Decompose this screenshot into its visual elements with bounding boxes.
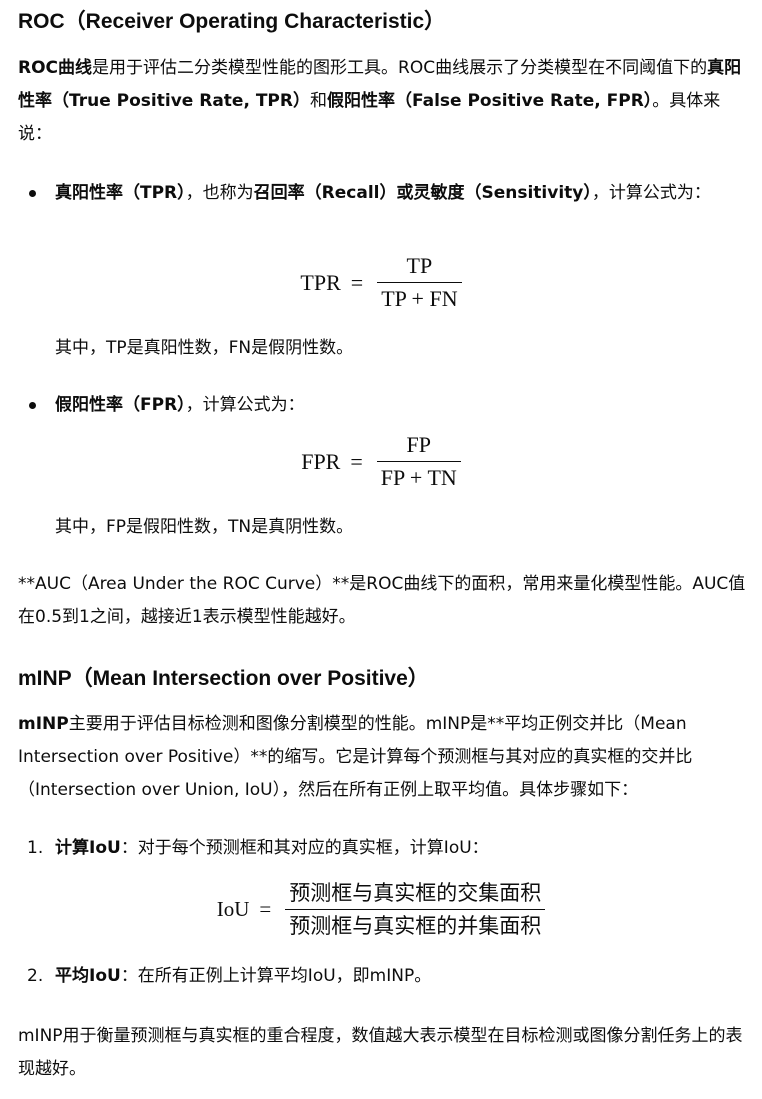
- fpr-denominator: FP + TN: [380, 465, 457, 491]
- bullet-dot-icon: [29, 402, 36, 409]
- fpr-note: 其中，FP是假阳性数，TN是真阴性数。: [55, 517, 354, 537]
- step-2-desc: ：在所有正例上计算平均IoU，即mINP。: [120, 966, 432, 986]
- roc-intro-text-1: 是用于评估二分类模型性能的图形工具。ROC曲线展示了分类模型在不同阈值下的: [92, 58, 708, 78]
- step-2-bold: 平均IoU: [55, 966, 121, 986]
- step-1-desc: ：对于每个预测框和其对应的真实框，计算IoU：: [120, 838, 489, 858]
- step-2-list-item: 2. 平均IoU：在所有正例上计算平均IoU，即mINP。: [18, 960, 754, 993]
- tpr-denominator: TP + FN: [381, 286, 458, 312]
- iou-formula: IoU = 预测框与真实框的交集面积 预测框与真实框的并集面积: [0, 879, 762, 940]
- tpr-item-text: 真阳性率（TPR），也称为召回率（Recall）或灵敏度（Sensitivity…: [55, 177, 754, 210]
- minp-intro-paragraph: mINP主要用于评估目标检测和图像分割模型的性能。mINP是**平均正例交并比（…: [18, 708, 754, 807]
- step-1-bold: 计算IoU: [55, 838, 121, 858]
- roc-intro-bold-1: ROC曲线: [18, 58, 93, 78]
- minp-intro-bold: mINP: [18, 714, 69, 734]
- tpr-text-2: ，计算公式为：: [591, 183, 711, 203]
- tpr-formula-equals: =: [350, 269, 364, 295]
- document: ROC（Receiver Operating Characteristic） R…: [0, 0, 762, 1079]
- roc-intro-paragraph: ROC曲线是用于评估二分类模型性能的图形工具。ROC曲线展示了分类模型在不同阈值…: [18, 52, 754, 151]
- fpr-formula-lhs: FPR: [301, 448, 341, 474]
- minp-intro-text: 主要用于评估目标检测和图像分割模型的性能。mINP是**平均正例交并比（Mean…: [18, 714, 693, 800]
- fpr-bold-1: 假阳性率（FPR）: [55, 395, 186, 415]
- roc-intro-text-2: 和: [309, 91, 327, 111]
- step-2-number: 2.: [27, 966, 44, 986]
- tpr-formula-lhs: TPR: [300, 269, 341, 295]
- minp-outro-paragraph: mINP用于衡量预测框与真实框的重合程度，数值越大表示模型在目标检测或图像分割任…: [18, 1026, 743, 1079]
- auc-paragraph: **AUC（Area Under the ROC Curve）**是ROC曲线下…: [18, 574, 746, 627]
- tpr-formula: TPR = TP TP + FN: [0, 252, 762, 313]
- iou-denominator: 预测框与真实框的并集面积: [289, 914, 542, 939]
- step-1-number: 1.: [27, 838, 44, 858]
- fpr-formula-equals: =: [350, 448, 363, 474]
- bullet-dot-icon: [29, 190, 36, 197]
- tpr-list-item: 真阳性率（TPR），也称为召回率（Recall）或灵敏度（Sensitivity…: [18, 177, 754, 210]
- fpr-list-item: 假阳性率（FPR），计算公式为：: [18, 389, 754, 422]
- roc-heading: ROC（Receiver Operating Characteristic）: [18, 10, 446, 33]
- fpr-formula: FPR = FP FP + TN: [0, 431, 762, 492]
- fpr-item-text: 假阳性率（FPR），计算公式为：: [55, 389, 754, 422]
- iou-numerator: 预测框与真实框的交集面积: [289, 881, 542, 905]
- iou-formula-equals: =: [259, 897, 272, 922]
- fpr-fraction: FP FP + TN: [376, 431, 461, 492]
- step-2-text: 平均IoU：在所有正例上计算平均IoU，即mINP。: [55, 960, 754, 993]
- fraction-bar: [377, 282, 462, 284]
- step-1-text: 计算IoU：对于每个预测框和其对应的真实框，计算IoU：: [55, 832, 754, 865]
- fraction-bar: [285, 909, 546, 911]
- fpr-text-1: ，计算公式为：: [185, 395, 305, 415]
- step-1-list-item: 1. 计算IoU：对于每个预测框和其对应的真实框，计算IoU：: [18, 832, 754, 865]
- tpr-text-1: ，也称为: [185, 183, 254, 203]
- fraction-bar: [376, 461, 461, 463]
- tpr-bold-2: 召回率（Recall）或灵敏度（Sensitivity）: [253, 183, 592, 203]
- iou-formula-lhs: IoU: [216, 897, 250, 922]
- tpr-bold-1: 真阳性率（TPR）: [55, 183, 186, 203]
- roc-intro-bold-3: 假阳性率（False Positive Rate, FPR）: [326, 91, 653, 111]
- tpr-note: 其中，TP是真阳性数，FN是假阴性数。: [55, 338, 354, 358]
- tpr-numerator: TP: [406, 253, 433, 278]
- fpr-numerator: FP: [406, 432, 432, 457]
- tpr-fraction: TP TP + FN: [377, 252, 462, 313]
- iou-fraction: 预测框与真实框的交集面积 预测框与真实框的并集面积: [285, 879, 546, 940]
- minp-heading: mINP（Mean Intersection over Positive）: [18, 667, 429, 690]
